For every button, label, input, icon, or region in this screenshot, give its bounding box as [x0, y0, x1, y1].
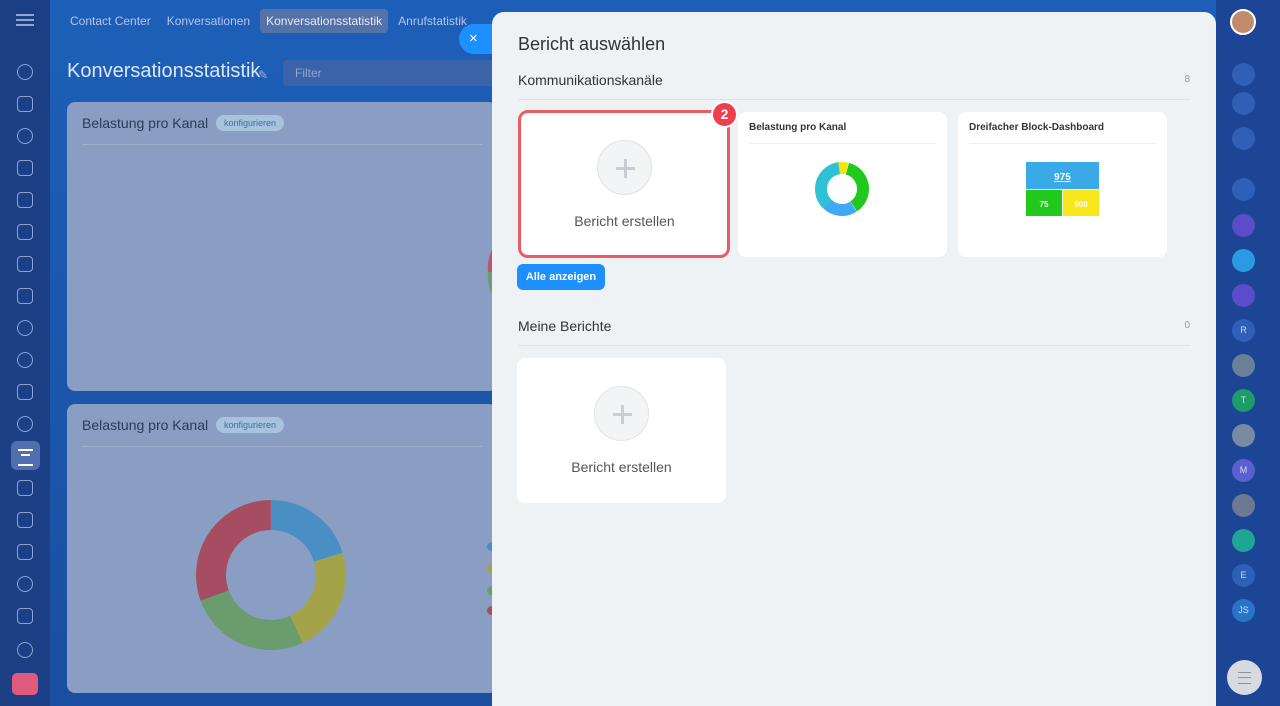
- tasks-icon[interactable]: [17, 224, 33, 240]
- contact-avatar[interactable]: [1232, 354, 1255, 377]
- contact-avatar[interactable]: [1232, 494, 1255, 517]
- divider: [969, 143, 1156, 144]
- more-menu-icon[interactable]: [1227, 660, 1262, 695]
- create-report-label: Bericht erstellen: [571, 459, 672, 475]
- report-card-title: Dreifacher Block-Dashboard: [969, 122, 1105, 133]
- contact-avatar[interactable]: [1232, 529, 1255, 552]
- contact-avatar[interactable]: E: [1232, 564, 1255, 587]
- contact-avatar[interactable]: M: [1232, 459, 1255, 482]
- section-label: Kommunikationskanäle: [518, 72, 663, 88]
- robot-icon[interactable]: [17, 576, 33, 592]
- search-chat-icon[interactable]: [1232, 127, 1255, 150]
- divider: [82, 144, 482, 145]
- tab-contact-center[interactable]: Contact Center: [64, 9, 157, 33]
- report-card-title: Belastung pro Kanal: [749, 122, 847, 133]
- section-header: Kommunikationskanäle 8: [518, 72, 1190, 100]
- donut-thumbnail: [815, 162, 869, 216]
- menu-icon[interactable]: [16, 14, 34, 26]
- settings-icon[interactable]: [17, 642, 33, 658]
- channel-icon[interactable]: [1232, 214, 1255, 237]
- report-template-card[interactable]: Dreifacher Block-Dashboard 975 75 900: [958, 112, 1167, 257]
- store-icon[interactable]: [17, 544, 33, 560]
- create-report-card[interactable]: Bericht erstellen: [517, 358, 726, 503]
- section-count: 0: [1184, 320, 1190, 331]
- report-template-card[interactable]: Belastung pro Kanal: [738, 112, 947, 257]
- plus-icon: [594, 386, 649, 441]
- document-icon[interactable]: [17, 192, 33, 208]
- rocket-icon[interactable]: [12, 673, 38, 695]
- search-icon[interactable]: [1232, 178, 1255, 201]
- edit-icon[interactable]: ✎: [258, 68, 268, 82]
- dashboard-value: 75: [1026, 190, 1062, 216]
- contact-avatar[interactable]: T: [1232, 389, 1255, 412]
- section-count: 8: [1184, 74, 1190, 85]
- tab-konversationsstatistik[interactable]: Konversationsstatistik: [260, 9, 389, 33]
- report-card: Belastung pro Kanal konfigurieren: [67, 102, 497, 391]
- filter-icon[interactable]: [11, 441, 40, 470]
- show-all-button[interactable]: Alle anzeigen: [517, 264, 605, 290]
- panel-title: Bericht auswählen: [518, 34, 666, 54]
- analytics-icon[interactable]: [17, 480, 33, 496]
- highlight-frame: [518, 110, 730, 258]
- building-icon[interactable]: [17, 608, 33, 624]
- page-title: Konversationsstatistik: [67, 60, 261, 82]
- top-navigation: Contact Center Konversationen Konversati…: [50, 0, 520, 42]
- configure-badge[interactable]: konfigurieren: [216, 417, 285, 433]
- dashboard-value: 900: [1063, 190, 1099, 216]
- timeman-icon[interactable]: [1232, 92, 1255, 115]
- mail-icon[interactable]: [17, 288, 33, 304]
- dashboard-thumbnail: 975 75 900: [1026, 162, 1099, 216]
- card-title: Belastung pro Kanal: [82, 417, 209, 433]
- donut-chart: [196, 500, 346, 650]
- section-label: Meine Berichte: [518, 318, 612, 334]
- chat-icon[interactable]: [17, 128, 33, 144]
- calendar-icon[interactable]: [17, 160, 33, 176]
- filter-input[interactable]: Filter: [283, 60, 503, 86]
- left-sidebar: [0, 0, 50, 706]
- sites-icon[interactable]: [17, 352, 33, 368]
- channel-icon[interactable]: [1232, 284, 1255, 307]
- activity-icon[interactable]: [17, 64, 33, 80]
- contact-center-icon[interactable]: [17, 384, 33, 400]
- user-avatar[interactable]: [1230, 9, 1256, 35]
- report-card: Belastung pro Kanal konfigurieren: [67, 404, 497, 693]
- notifications-icon[interactable]: [1232, 63, 1255, 86]
- contacts-icon[interactable]: [17, 320, 33, 336]
- dashboard-big-value: 975: [1026, 162, 1099, 189]
- feed-icon[interactable]: [17, 96, 33, 112]
- section-header: Meine Berichte 0: [518, 318, 1190, 346]
- divider: [82, 446, 482, 447]
- goals-icon[interactable]: [17, 416, 33, 432]
- contact-avatar[interactable]: R: [1232, 319, 1255, 342]
- contact-avatar[interactable]: [1232, 424, 1255, 447]
- contact-avatar[interactable]: JS: [1232, 599, 1255, 622]
- divider: [749, 143, 936, 144]
- cart-icon[interactable]: [17, 512, 33, 528]
- tab-konversationen[interactable]: Konversationen: [161, 9, 256, 33]
- crm-icon[interactable]: [17, 256, 33, 272]
- step-badge: 2: [711, 101, 738, 128]
- chat-avatar[interactable]: [1232, 249, 1255, 272]
- configure-badge[interactable]: konfigurieren: [216, 115, 285, 131]
- card-title: Belastung pro Kanal: [82, 115, 209, 131]
